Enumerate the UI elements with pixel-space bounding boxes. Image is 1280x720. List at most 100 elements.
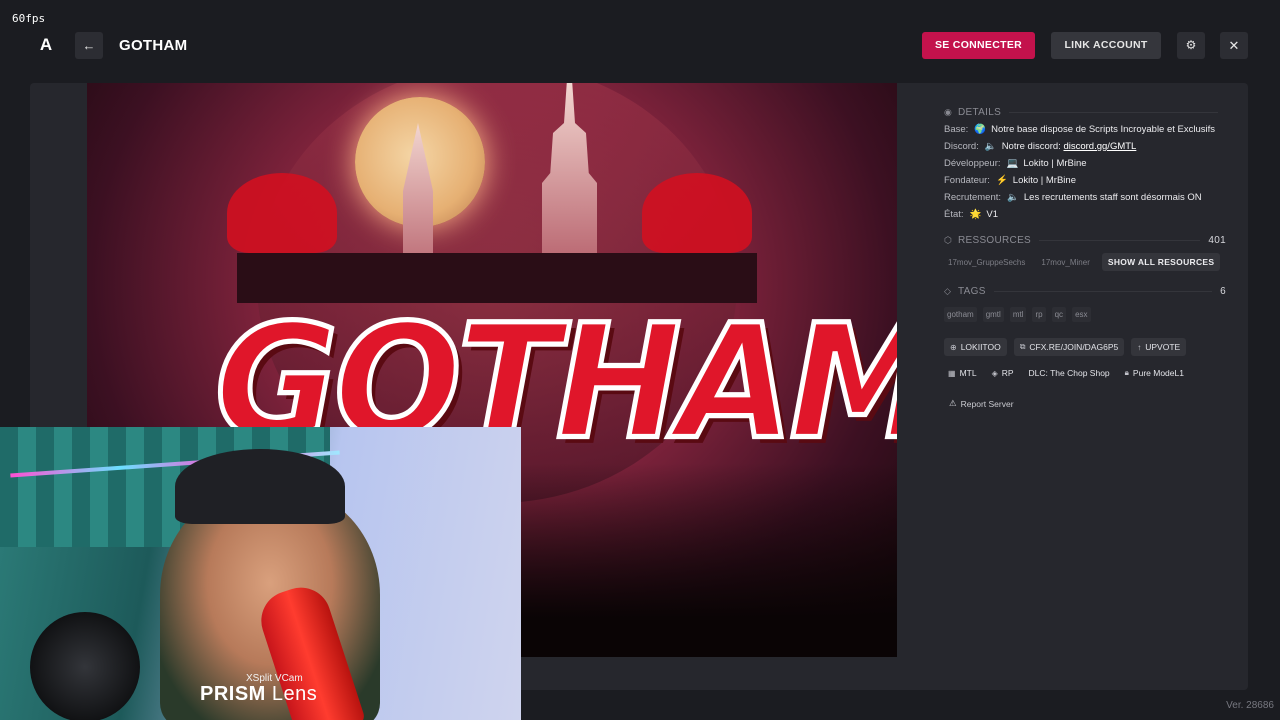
tag-chip: gmtl xyxy=(982,307,1004,322)
page-title: GOTHAM xyxy=(119,37,188,54)
pure-mode-level: L1 xyxy=(1174,368,1184,378)
app-logo[interactable]: A xyxy=(36,35,56,55)
tags-count: 6 xyxy=(1220,285,1226,297)
star-icon: 🌟 xyxy=(969,209,982,220)
tag-chip: rp xyxy=(1032,307,1046,322)
detail-row-founder: Fondateur: ⚡ Lokito | MrBine xyxy=(944,175,1226,186)
webcam-brand-main-a: PRISM xyxy=(200,683,266,705)
user-icon: ⊕ xyxy=(950,342,957,352)
divider xyxy=(1009,111,1218,113)
owner-label: LOKIITOO xyxy=(960,342,1001,352)
divider xyxy=(993,290,1213,292)
detail-value-text: Notre base dispose de Scripts Incroyable… xyxy=(991,124,1216,135)
detail-value: 🌟 V1 xyxy=(970,209,998,220)
back-arrow-icon: ← xyxy=(82,38,96,53)
dlc-pill: DLC: The Chop Shop xyxy=(1025,364,1114,382)
version-label: Ver. 28686 xyxy=(1226,700,1274,711)
gamepad-icon: ◈ xyxy=(991,368,998,378)
connect-url-label: CFX.RE/JOIN/DAG6P5 xyxy=(1029,342,1119,352)
detail-key: Recrutement: xyxy=(944,192,1002,203)
resources-heading: ⬡ RESSOURCES 401 xyxy=(944,234,1226,246)
laptop-icon: 💻 xyxy=(1006,158,1019,169)
link-account-button[interactable]: LINK ACCOUNT xyxy=(1051,32,1161,59)
detail-value: 🌍 Notre base dispose de Scripts Incroyabl… xyxy=(974,124,1215,135)
webcam-overlay: XSplit VCam PRISM Lens xyxy=(0,427,521,720)
server-meta: ▦ MTL ◈ RP DLC: The Chop Shop 🔒︎ Pure Mode L… xyxy=(944,364,1226,382)
details-heading: ◉ DETAILS xyxy=(944,106,1226,118)
lightning-icon: ⚡ xyxy=(995,175,1008,186)
pure-mode-pill: 🔒︎ Pure Mode L1 xyxy=(1121,364,1188,382)
copy-icon: ⧉ xyxy=(1019,342,1026,351)
close-icon: ✕ xyxy=(1228,38,1240,53)
discord-link[interactable]: discord.gg/GMTL xyxy=(1063,141,1136,152)
resources-count: 401 xyxy=(1208,234,1226,246)
gametype-label: RP xyxy=(1001,368,1014,378)
detail-value-text: V1 xyxy=(986,209,999,220)
eye-icon: ◉ xyxy=(944,106,953,117)
detail-key: Discord: xyxy=(944,141,979,152)
resources-heading-label: RESSOURCES xyxy=(958,234,1032,246)
flag-icon: ▦ xyxy=(948,368,956,378)
lock-icon: 🔒︎ xyxy=(1124,368,1129,377)
gear-icon: ⚙ xyxy=(1185,38,1197,52)
detail-value: 🔈 Notre discord: discord.gg/GMTL xyxy=(985,141,1137,152)
tags-list: gotham gmtl mtl rp qc esx xyxy=(944,307,1226,322)
detail-value-text: Notre discord: xyxy=(1001,141,1064,152)
divider xyxy=(1039,239,1201,241)
webcam-microphone xyxy=(30,612,140,720)
detail-key: État: xyxy=(944,209,964,220)
cube-icon: ⬡ xyxy=(944,234,953,245)
connect-url-pill[interactable]: ⧉ CFX.RE/JOIN/DAG6P5 xyxy=(1013,338,1125,356)
tags-heading: ◇ TAGS 6 xyxy=(944,285,1226,297)
tag-chip: qc xyxy=(1051,307,1067,322)
details-heading-label: DETAILS xyxy=(958,106,1002,118)
detail-row-discord: Discord: 🔈 Notre discord: discord.gg/GMTL xyxy=(944,141,1226,152)
detail-value: 🔈 Les recrutements staff sont désormais O… xyxy=(1007,192,1202,203)
details-sidebar: ◉ DETAILS Base: 🌍 Notre base dispose de S… xyxy=(944,106,1226,409)
arrow-up-icon: ↑ xyxy=(1137,342,1142,352)
dlc-label: DLC: The Chop Shop xyxy=(1028,368,1110,378)
resource-chip: 17mov_Miner xyxy=(1041,257,1090,267)
warning-icon: ⚠ xyxy=(949,398,957,408)
upvote-button[interactable]: ↑ UPVOTE xyxy=(1131,338,1187,356)
detail-row-state: État: 🌟 V1 xyxy=(944,209,1226,220)
settings-button[interactable]: ⚙ xyxy=(1177,32,1205,59)
upvote-label: UPVOTE xyxy=(1145,342,1181,352)
locale-pill: ▦ MTL xyxy=(944,364,981,382)
connect-button[interactable]: SE CONNECTER xyxy=(922,32,1035,59)
webcam-brand-main: PRISM Lens xyxy=(200,683,317,706)
webcam-streamer-cap xyxy=(175,449,345,524)
detail-value-text: Les recrutements staff sont désormais ON xyxy=(1023,192,1202,203)
tag-chip: gotham xyxy=(944,307,977,322)
detail-row-recruitment: Recrutement: 🔈 Les recrutements staff son… xyxy=(944,192,1226,203)
resources-list: 17mov_GruppeSechs 17mov_Miner SHOW ALL R… xyxy=(944,253,1226,271)
gametype-pill: ◈ RP xyxy=(988,364,1018,382)
detail-value: ⚡ Lokito | MrBine xyxy=(996,175,1076,186)
pure-mode-label: Pure Mode xyxy=(1132,368,1175,378)
webcam-brand-main-b: Lens xyxy=(265,683,318,705)
detail-row-base: Base: 🌍 Notre base dispose de Scripts Inc… xyxy=(944,124,1226,135)
server-actions: ⊕ LOKIITOO ⧉ CFX.RE/JOIN/DAG6P5 ↑ UPVOTE xyxy=(944,338,1226,356)
show-all-resources-button[interactable]: SHOW ALL RESOURCES xyxy=(1101,253,1221,271)
back-button[interactable]: ← xyxy=(75,32,103,59)
banner-palm-left xyxy=(227,173,337,253)
detail-row-developer: Développeur: 💻 Lokito | MrBine xyxy=(944,158,1226,169)
tag-icon: ◇ xyxy=(944,285,952,296)
detail-value-text: Lokito | MrBine xyxy=(1012,175,1076,186)
detail-key: Développeur: xyxy=(944,158,1001,169)
tag-chip: esx xyxy=(1072,307,1091,322)
detail-key: Fondateur: xyxy=(944,175,990,186)
globe-icon: 🌍 xyxy=(974,124,987,135)
tag-chip: mtl xyxy=(1009,307,1027,322)
speaker-icon: 🔈 xyxy=(1007,192,1019,203)
tags-heading-label: TAGS xyxy=(958,285,986,297)
report-server-link[interactable]: ⚠ Report Server xyxy=(949,398,1226,409)
close-button[interactable]: ✕ xyxy=(1220,32,1248,59)
owner-pill[interactable]: ⊕ LOKIITOO xyxy=(944,338,1007,356)
detail-key: Base: xyxy=(944,124,969,135)
banner-palm-right xyxy=(642,173,752,253)
report-label: Report Server xyxy=(960,398,1014,409)
speaker-icon: 🔈 xyxy=(984,141,997,152)
resource-chip: 17mov_GruppeSechs xyxy=(948,257,1026,267)
detail-value: 💻 Lokito | MrBine xyxy=(1007,158,1087,169)
